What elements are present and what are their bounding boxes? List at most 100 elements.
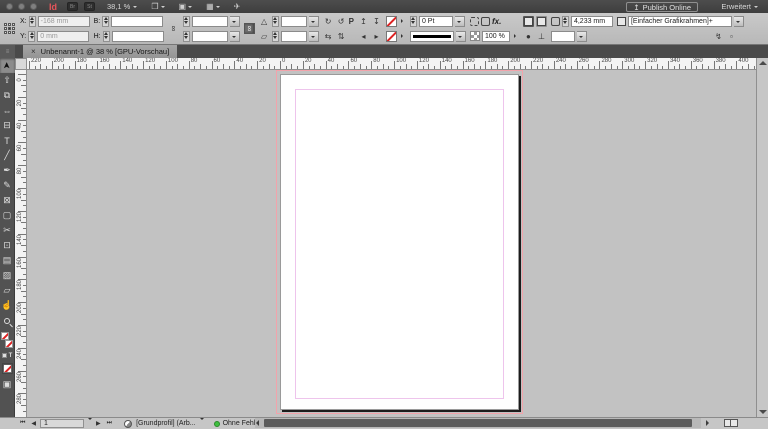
publish-online-button[interactable]: ↥ Publish Online	[626, 2, 698, 12]
quick-apply-icon[interactable]: ↯	[713, 31, 724, 42]
hand-tool[interactable]: ☝	[0, 298, 15, 313]
scale-y-field[interactable]	[191, 30, 228, 42]
gradient-swatch-tool[interactable]: ▤	[0, 253, 15, 268]
stroke-weight-field[interactable]: 0 Pt	[418, 15, 453, 27]
select-next-object-icon[interactable]: ▸	[371, 31, 382, 42]
view-options-button[interactable]: ❒	[151, 2, 164, 11]
screen-mode-toggle[interactable]: ▣	[1, 378, 13, 390]
flip-horizontal-icon[interactable]: ⇆	[323, 31, 334, 42]
width-field[interactable]	[111, 15, 164, 27]
rotate-cw-icon[interactable]: ↻	[323, 16, 334, 27]
formatting-text-icon[interactable]: T	[9, 353, 13, 359]
rotate-ccw-icon[interactable]: ↺	[336, 16, 347, 27]
scale-y-stepper[interactable]	[182, 30, 190, 42]
preflight-profile-dropdown[interactable]	[198, 420, 204, 427]
select-content-icon[interactable]: ↧	[371, 16, 382, 27]
flip-vertical-icon[interactable]: ⇅	[336, 31, 347, 42]
free-transform-tool[interactable]: ⊡	[0, 238, 15, 253]
formatting-affects-text-button[interactable]	[535, 15, 547, 27]
stroke-style-preview[interactable]	[409, 30, 454, 42]
scroll-right-arrow[interactable]	[706, 420, 709, 426]
corner-options-icon[interactable]	[550, 16, 560, 26]
arrange-documents-button[interactable]: ▦	[206, 2, 220, 11]
y-stepper[interactable]	[28, 30, 36, 42]
constrain-dimensions-icon[interactable]: ∞	[168, 23, 179, 34]
stroke-weight-dropdown[interactable]	[454, 15, 465, 27]
y-position-field[interactable]: 0 mm	[37, 30, 90, 42]
note-tool[interactable]: ▱	[0, 283, 15, 298]
selection-tool[interactable]: ➤	[0, 58, 15, 73]
scale-x-field[interactable]	[191, 15, 228, 27]
height-stepper[interactable]	[102, 30, 110, 42]
fill-color-swatch[interactable]	[385, 30, 397, 42]
zoom-level-dropdown[interactable]: 38,1 %	[107, 2, 137, 11]
scale-y-dropdown[interactable]	[229, 30, 240, 42]
formatting-container-icon[interactable]	[1, 353, 7, 358]
first-page-button[interactable]: ⏮	[18, 420, 27, 427]
zoom-window-button[interactable]	[30, 3, 37, 10]
width-stepper[interactable]	[102, 15, 110, 27]
rectangle-frame-tool[interactable]: ⊠	[0, 193, 15, 208]
gradient-feather-tool[interactable]: ▨	[0, 268, 15, 283]
pasteboard-canvas[interactable]	[27, 70, 756, 417]
spread-view-icon[interactable]	[724, 419, 738, 427]
shear-dropdown[interactable]	[308, 30, 319, 42]
height-field[interactable]	[111, 30, 164, 42]
horizontal-scrollbar[interactable]	[255, 418, 709, 428]
page-number-field[interactable]: 1	[40, 419, 85, 428]
direct-selection-tool[interactable]: ⇧	[0, 73, 15, 88]
opacity-field[interactable]: 100 %	[481, 30, 510, 42]
horizontal-scroll-thumb[interactable]	[264, 419, 692, 427]
close-tab-icon[interactable]: ×	[31, 47, 36, 56]
shear-stepper[interactable]	[271, 30, 279, 42]
fill-color-flyout[interactable]	[399, 31, 406, 42]
next-page-button[interactable]: ▶	[94, 420, 103, 427]
type-tool[interactable]: T	[0, 133, 15, 148]
constrain-scale-button[interactable]: ∞	[243, 23, 255, 34]
select-previous-object-icon[interactable]: ◂	[358, 31, 369, 42]
corner-shape-swatch[interactable]	[550, 30, 575, 42]
gap-tool[interactable]: ⇔	[0, 103, 15, 118]
previous-page-button[interactable]: ◀	[29, 420, 38, 427]
rotation-angle-field[interactable]	[280, 15, 307, 27]
gpu-performance-button[interactable]: ✈	[234, 2, 241, 11]
pencil-tool[interactable]: ✎	[0, 178, 15, 193]
corner-radius-stepper[interactable]	[561, 15, 569, 27]
select-container-icon[interactable]: ↥	[358, 16, 369, 27]
stock-icon[interactable]: St	[84, 2, 95, 11]
scissors-tool[interactable]: ✂	[0, 223, 15, 238]
scale-x-dropdown[interactable]	[229, 15, 240, 27]
opacity-flyout[interactable]	[512, 31, 519, 42]
panel-options-icon[interactable]: ▫	[726, 31, 737, 42]
vertical-scrollbar[interactable]	[756, 58, 768, 417]
stroke-style-dropdown[interactable]	[455, 30, 466, 42]
object-style-field[interactable]: [Einfacher Grafikrahmen]+	[627, 15, 732, 27]
rectangle-tool[interactable]: ▢	[0, 208, 15, 223]
page-number-dropdown[interactable]	[86, 420, 92, 427]
shear-angle-field[interactable]	[280, 30, 307, 42]
formatting-affects-container-button[interactable]	[522, 15, 534, 27]
ruler-origin-corner[interactable]	[15, 58, 27, 70]
effects-menu-button[interactable]: fx.	[492, 17, 501, 26]
scroll-left-arrow[interactable]	[256, 420, 259, 426]
corner-shape-dropdown[interactable]	[576, 30, 587, 42]
object-style-dropdown[interactable]	[733, 15, 744, 27]
x-position-field[interactable]: -168 mm	[37, 15, 90, 27]
scroll-up-arrow[interactable]	[759, 61, 767, 65]
drop-shadow-button[interactable]: ●	[523, 31, 534, 42]
screen-mode-button[interactable]: ▣	[179, 2, 193, 11]
stroke-swatch-none[interactable]	[4, 340, 13, 348]
stroke-weight-stepper[interactable]	[409, 15, 417, 27]
vertical-ruler[interactable]: 0 20 40 60 80 100 120 140 160 180 200 220 240 260 280	[15, 70, 27, 417]
workspace-switcher[interactable]: Erweitert	[721, 2, 758, 11]
rotation-stepper[interactable]	[271, 15, 279, 27]
stroke-color-swatch[interactable]	[385, 15, 397, 27]
page-tool[interactable]: ⧉	[0, 88, 15, 103]
fill-stroke-widget[interactable]	[0, 331, 15, 351]
rotation-dropdown[interactable]	[308, 15, 319, 27]
fill-swatch-none[interactable]	[0, 332, 9, 340]
last-page-button[interactable]: ⏭	[105, 420, 114, 427]
apply-none-button[interactable]	[1, 363, 13, 374]
minimize-window-button[interactable]	[18, 3, 25, 10]
line-tool[interactable]: ╱	[0, 148, 15, 163]
